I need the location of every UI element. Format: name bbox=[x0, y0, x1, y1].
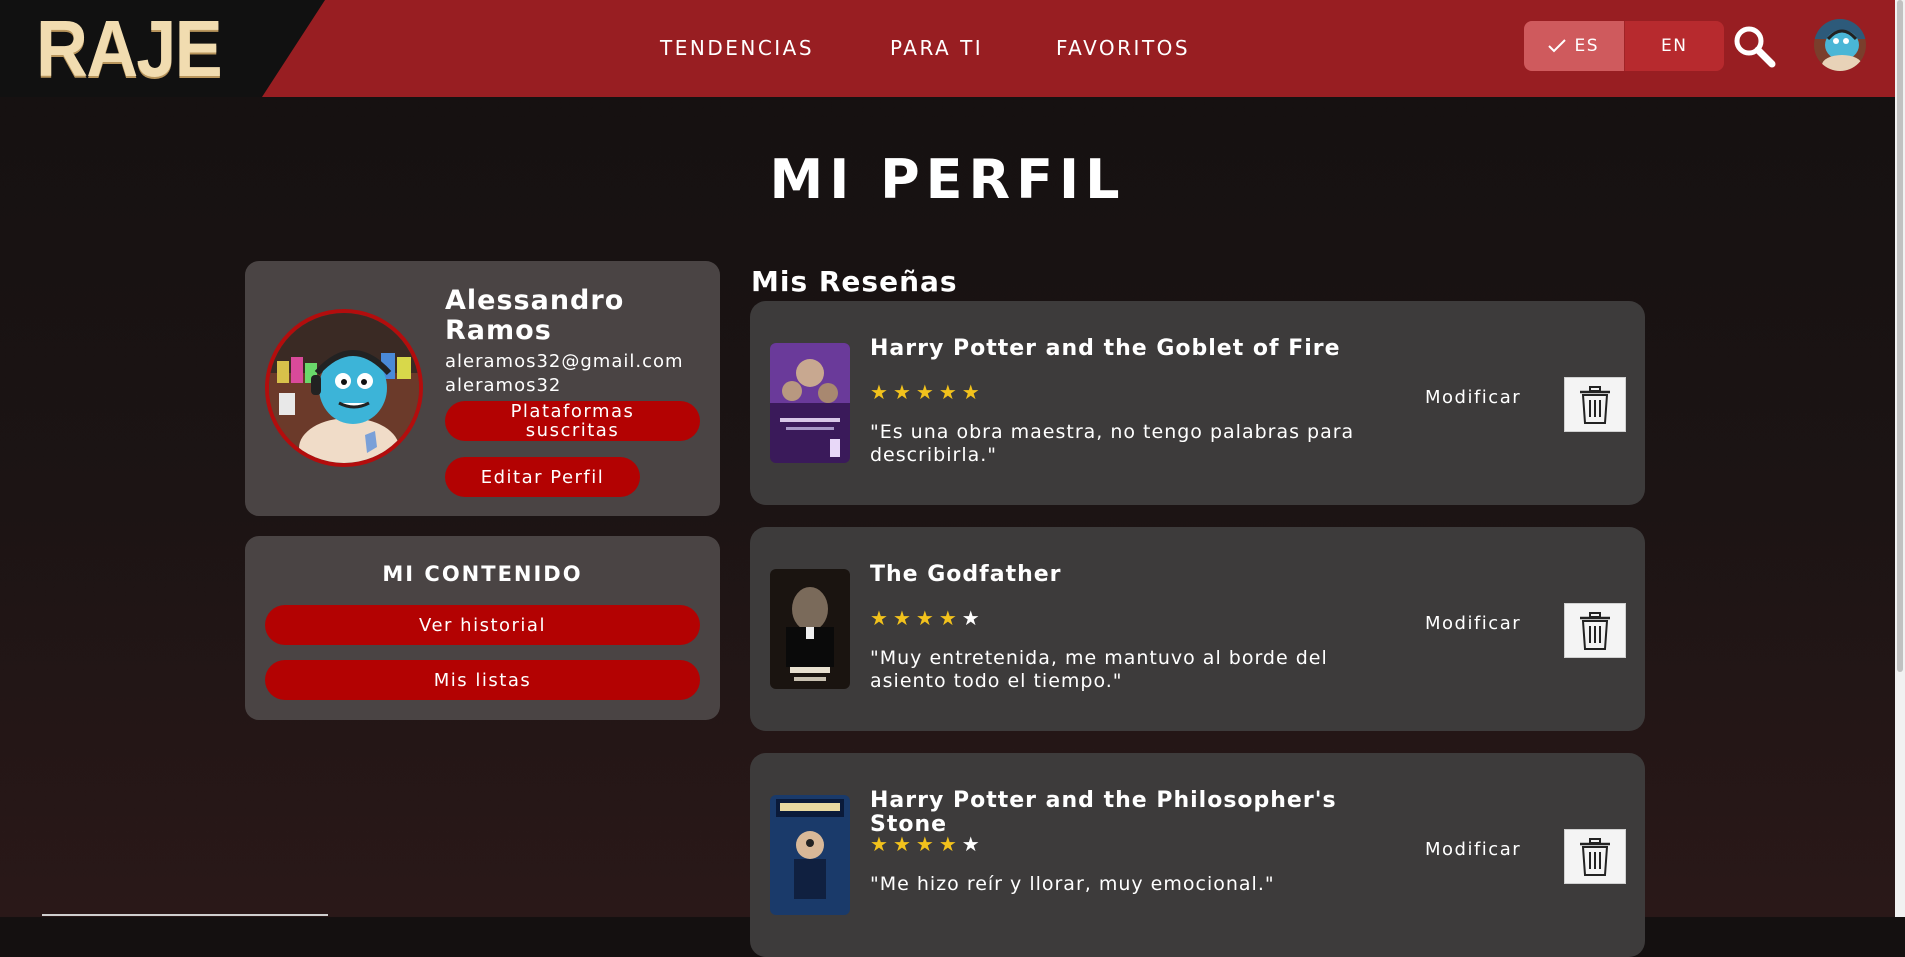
star-filled-icon: ★ bbox=[870, 606, 893, 630]
delete-review-button[interactable] bbox=[1564, 377, 1626, 432]
search-icon[interactable] bbox=[1732, 24, 1776, 68]
subscribed-platforms-label: Plataformas suscritas bbox=[510, 401, 635, 441]
star-empty-icon: ★ bbox=[961, 606, 985, 630]
user-email: aleramos32@gmail.com bbox=[445, 351, 684, 372]
delete-review-button[interactable] bbox=[1564, 829, 1626, 884]
my-content-title: MI CONTENIDO bbox=[382, 562, 583, 586]
nav-favoritos[interactable]: FAVORITOS bbox=[1056, 36, 1190, 60]
top-header: RAJE TENDENCIAS PARA TI FAVORITOS ES EN bbox=[0, 0, 1895, 97]
star-filled-icon: ★ bbox=[892, 832, 916, 856]
star-filled-icon: ★ bbox=[870, 380, 893, 404]
review-text: "Me hizo reír y llorar, muy emocional." bbox=[870, 873, 1275, 895]
avatar-image bbox=[1814, 19, 1866, 71]
my-lists-button[interactable]: Mis listas bbox=[265, 660, 700, 700]
view-history-button[interactable]: Ver historial bbox=[265, 605, 700, 645]
user-name: Alessandro Ramos bbox=[445, 285, 625, 346]
review-text: "Es una obra maestra, no tengo palabras … bbox=[870, 421, 1355, 466]
lang-label-en: EN bbox=[1661, 36, 1688, 56]
modify-review-button[interactable]: Modificar bbox=[1425, 387, 1521, 408]
review-card: The Godfather ★★★★★ "Muy entretenida, me… bbox=[750, 527, 1645, 731]
subscribed-platforms-button[interactable]: Plataformas suscritas bbox=[445, 401, 700, 441]
poster-image bbox=[770, 343, 850, 463]
star-filled-icon: ★ bbox=[915, 606, 939, 630]
review-card: Harry Potter and the Philosopher's Stone… bbox=[750, 753, 1645, 957]
modify-review-button[interactable]: Modificar bbox=[1425, 613, 1521, 634]
nav-para-ti[interactable]: PARA TI bbox=[890, 36, 983, 60]
review-card: Harry Potter and the Goblet of Fire ★★★★… bbox=[750, 301, 1645, 505]
logo-area: RAJE bbox=[0, 0, 325, 97]
modify-review-button[interactable]: Modificar bbox=[1425, 839, 1521, 860]
horizontal-scroll-indicator bbox=[42, 914, 328, 916]
poster-image bbox=[770, 569, 850, 689]
star-filled-icon: ★ bbox=[915, 832, 939, 856]
lang-option-es[interactable]: ES bbox=[1524, 21, 1624, 71]
trash-icon bbox=[1580, 385, 1610, 424]
trash-icon bbox=[1580, 837, 1610, 876]
user-avatar-small[interactable] bbox=[1814, 19, 1866, 71]
star-filled-icon: ★ bbox=[892, 606, 916, 630]
lang-label-es: ES bbox=[1574, 36, 1600, 56]
rating-stars: ★★★★★ bbox=[870, 832, 985, 856]
review-movie-title[interactable]: Harry Potter and the Goblet of Fire bbox=[870, 337, 1410, 361]
check-icon bbox=[1548, 39, 1567, 53]
review-text: "Muy entretenida, me mantuvo al borde de… bbox=[870, 647, 1328, 692]
rating-stars: ★★★★★ bbox=[870, 380, 985, 404]
my-content-card: MI CONTENIDO Ver historial Mis listas bbox=[245, 536, 720, 720]
lang-option-en[interactable]: EN bbox=[1625, 21, 1725, 71]
edit-profile-button[interactable]: Editar Perfil bbox=[445, 457, 640, 497]
page-title: MI PERFIL bbox=[769, 148, 1126, 211]
star-filled-icon: ★ bbox=[938, 832, 962, 856]
profile-avatar bbox=[265, 309, 423, 467]
trash-icon bbox=[1580, 611, 1610, 650]
movie-poster[interactable] bbox=[770, 343, 850, 463]
poster-image bbox=[770, 795, 850, 915]
profile-card: Alessandro Ramos aleramos32@gmail.com al… bbox=[245, 261, 720, 516]
nav-tendencias[interactable]: TENDENCIAS bbox=[660, 36, 814, 60]
reviews-section-title: Mis Reseñas bbox=[751, 265, 958, 298]
scrollbar-thumb[interactable] bbox=[1897, 0, 1903, 672]
review-movie-title[interactable]: Harry Potter and the Philosopher's Stone bbox=[870, 789, 1410, 837]
movie-poster[interactable] bbox=[770, 569, 850, 689]
language-switcher: ES EN bbox=[1524, 21, 1724, 71]
movie-poster[interactable] bbox=[770, 795, 850, 915]
star-filled-icon: ★ bbox=[961, 380, 985, 404]
star-filled-icon: ★ bbox=[915, 380, 939, 404]
star-filled-icon: ★ bbox=[892, 380, 916, 404]
delete-review-button[interactable] bbox=[1564, 603, 1626, 658]
profile-avatar-image bbox=[269, 313, 419, 463]
review-movie-title[interactable]: The Godfather bbox=[870, 563, 1410, 587]
star-filled-icon: ★ bbox=[938, 380, 962, 404]
star-empty-icon: ★ bbox=[961, 832, 985, 856]
star-filled-icon: ★ bbox=[938, 606, 962, 630]
user-handle: aleramos32 bbox=[445, 375, 562, 396]
rating-stars: ★★★★★ bbox=[870, 606, 985, 630]
site-logo[interactable]: RAJE bbox=[36, 6, 223, 92]
star-filled-icon: ★ bbox=[870, 832, 893, 856]
